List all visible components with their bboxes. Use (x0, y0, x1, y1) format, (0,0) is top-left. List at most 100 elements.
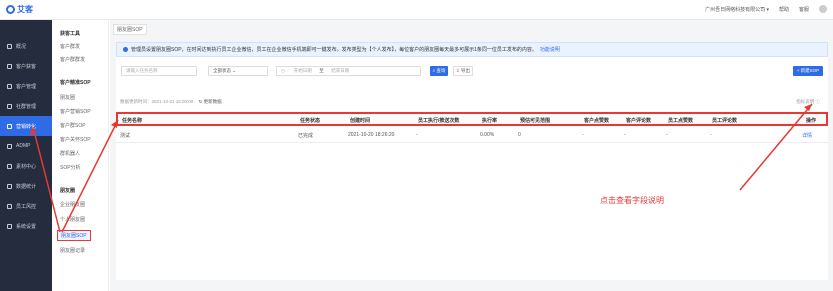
metric-help-link[interactable]: 指标说明 ⓘ (796, 99, 820, 105)
submenu-item[interactable]: 朋友圈记录 (60, 247, 85, 254)
notice-banner: 管理员设置朋友圈SOP，在时间达到执行员工企业微信，员工在企业微信手机端即可一键… (116, 42, 828, 57)
cell-range: 0 (518, 132, 521, 138)
refresh-button[interactable]: ↻ 更新数据 (199, 99, 222, 104)
sidebar-item[interactable]: 营销转化 (0, 116, 52, 136)
cell-name: 测试 (120, 133, 131, 139)
end-date: 结束日期 (331, 68, 350, 73)
col-header: 员工执行/推送次数 (418, 118, 460, 124)
cell-rate: 0.00% (480, 132, 495, 138)
sidebar-item-label: 员工风控 (16, 203, 37, 210)
col-header: 任务状态 (300, 118, 321, 124)
feature-help-link[interactable]: 功能说明 (540, 46, 560, 53)
submenu-item-moments-sop[interactable]: 朋友圈SOP (57, 230, 91, 241)
primary-sidebar: 概况客户获客客户管理社群管理营销转化 ADMP 素材中心数据统计员工风控系统设置 (0, 20, 52, 291)
sidebar-item-label: 系统设置 (16, 223, 37, 230)
refresh-label: 更新数据 (203, 99, 222, 104)
start-date: 开始日期 (293, 68, 312, 73)
sidebar-item[interactable]: 社群管理 (0, 96, 52, 116)
database-icon (7, 143, 12, 149)
task-name-input[interactable]: 请输入任务名称 (121, 66, 197, 76)
sidebar-item-label: 数据统计 (16, 183, 37, 190)
create-sop-button[interactable]: + 新建SOP (793, 66, 823, 76)
sidebar-item-label: 营销转化 (16, 123, 37, 130)
col-header: 任务名称 (122, 118, 143, 124)
main-content: 朋友圈SOP 管理员设置朋友圈SOP，在时间达到执行员工企业微信，员工在企业微信… (110, 20, 833, 291)
details-link[interactable]: 详情 (802, 132, 812, 139)
col-header: 创建时间 (350, 118, 371, 124)
col-header: 操作 (806, 118, 817, 124)
service-link[interactable]: 客服 (799, 6, 809, 13)
company-selector[interactable]: 广州吾日网络科技有限公司 ▾ (705, 6, 769, 13)
home-icon (7, 43, 12, 49)
target-icon (7, 123, 12, 129)
logo-text: 艾客 (17, 5, 33, 14)
col-header: 预估可见范围 (520, 118, 551, 124)
submenu-item[interactable]: 群机器人 (60, 150, 80, 157)
export-button[interactable]: ⇩ 导出 (453, 66, 473, 76)
search-button[interactable]: ⌕ 查询 (430, 66, 448, 76)
submenu-item[interactable]: 客户群发 (60, 43, 80, 50)
help-link[interactable]: 帮助 (779, 6, 789, 13)
submenu-group-title: 朋友圈 (60, 188, 76, 194)
table-header: 任务名称 任务状态 创建时间 员工执行/推送次数 执行率 预估可见范围 客户点赞… (116, 112, 828, 126)
content-panel: 管理员设置朋友圈SOP，在时间达到执行员工企业微信，员工在企业微信手机端即可一键… (116, 42, 828, 280)
avatar[interactable] (819, 5, 827, 13)
sidebar-item[interactable]: 概况 (0, 36, 52, 56)
sidebar-item[interactable]: 素材中心 (0, 156, 52, 176)
sidebar-item-label: 客户获客 (16, 63, 37, 70)
sidebar-item[interactable]: ADMP (0, 136, 52, 156)
date-range-picker[interactable]: ◷ 开始日期 至 结束日期 (276, 66, 421, 76)
submenu-item[interactable]: 个人朋友圈 (60, 216, 85, 223)
sidebar-item-label: 客户管理 (16, 83, 37, 90)
sidebar-item-label: 素材中心 (16, 163, 37, 170)
calendar-icon: ◷ (281, 68, 285, 73)
submenu-item[interactable]: 企业朋友圈 (60, 201, 85, 208)
chevron-down-icon: ⌄ (232, 68, 237, 73)
sidebar-item[interactable]: 客户管理 (0, 76, 52, 96)
refresh-icon: ↻ (198, 99, 203, 104)
top-right-tools: 广州吾日网络科技有限公司 ▾ 帮助 客服 (705, 5, 827, 13)
submenu-item[interactable]: 客户群SOP (60, 122, 86, 129)
submenu-group-title: 获客工具 (60, 31, 81, 37)
col-header: 客户评论数 (626, 118, 652, 124)
col-header: 员工点赞数 (668, 118, 694, 124)
col-header: 执行率 (482, 118, 498, 124)
top-bar: 艾客 广州吾日网络科技有限公司 ▾ 帮助 客服 (0, 0, 833, 20)
submenu-item[interactable]: SOP分析 (60, 164, 81, 171)
annotation-text: 点击查看字段说明 (600, 196, 664, 205)
logo-icon (6, 5, 15, 14)
sidebar-item[interactable]: 员工风控 (0, 196, 52, 216)
range-separator: 至 (319, 68, 324, 73)
notice-text: 管理员设置朋友圈SOP，在时间达到执行员工企业微信，员工在企业微信手机端即可一键… (131, 47, 537, 53)
sidebar-item-label: 社群管理 (16, 103, 37, 110)
sidebar-item[interactable]: 数据统计 (0, 176, 52, 196)
col-header: 员工评论数 (712, 118, 738, 124)
folder-icon (7, 163, 12, 169)
submenu-item[interactable]: 客户关怀SOP (60, 136, 91, 143)
logo[interactable]: 艾客 (6, 4, 33, 15)
table-row: 测试 已完成 2021-10-20 18:26:20 - 0.00% 0 - -… (116, 127, 828, 143)
sidebar-item[interactable]: 客户获客 (0, 56, 52, 76)
tab-moments-sop[interactable]: 朋友圈SOP (113, 24, 147, 35)
cell-employee-likes: - (666, 132, 668, 138)
export-label: 导出 (461, 68, 471, 73)
cell-customer-likes: - (582, 132, 584, 138)
user-plus-icon (7, 63, 12, 69)
chart-icon (7, 183, 12, 189)
cell-customer-comments: - (624, 132, 626, 138)
submenu-item[interactable]: 客户营销SOP (60, 108, 91, 115)
col-header: 客户点赞数 (584, 118, 610, 124)
submenu-item[interactable]: 客户群群发 (60, 56, 85, 63)
submenu-group-title: 客户精准SOP (60, 80, 91, 86)
cell-status: 已完成 (298, 133, 314, 139)
search-icon: ⌕ (432, 68, 436, 73)
search-label: 查询 (436, 68, 446, 73)
submenu-item[interactable]: 朋友圈 (60, 94, 75, 101)
update-meta: 数据更新时间：2021-10-21 16:00:00 ↻ 更新数据 (120, 99, 222, 105)
shield-icon (7, 203, 12, 209)
secondary-sidebar: 获客工具 客户群发 客户群群发 客户精准SOP 朋友圈 客户营销SOP 客户群S… (52, 20, 109, 291)
sidebar-item[interactable]: 系统设置 (0, 216, 52, 236)
status-select[interactable]: 全部状态 ⌄ (208, 66, 268, 76)
info-icon (123, 47, 128, 52)
update-time: 数据更新时间：2021-10-21 16:00:00 (120, 99, 194, 104)
